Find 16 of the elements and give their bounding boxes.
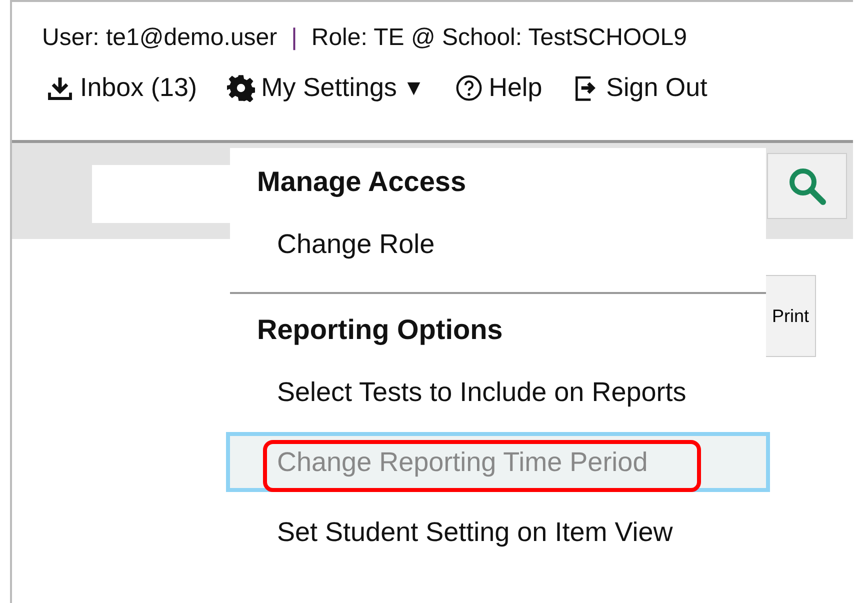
- nav-link[interactable]: Inbox (13): [46, 72, 198, 103]
- nav-link[interactable]: Help: [454, 72, 542, 103]
- search-button[interactable]: [767, 153, 847, 219]
- separator: |: [291, 24, 298, 52]
- user-label: User: te1@demo.user: [42, 24, 278, 52]
- gear-icon: [227, 74, 256, 102]
- menu-section-title: Reporting Options: [257, 314, 503, 347]
- menu-section-title: Manage Access: [257, 166, 466, 199]
- menu-item[interactable]: Select Tests to Include on Reports: [277, 376, 686, 408]
- nav-link[interactable]: Sign Out: [572, 72, 708, 103]
- nav-link[interactable]: My Settings ▼: [227, 72, 425, 103]
- search-icon: [787, 166, 827, 206]
- menu-item[interactable]: Change Role: [277, 228, 435, 260]
- help-icon: [454, 74, 483, 102]
- menu-item[interactable]: Set Student Setting on Item View: [277, 516, 673, 548]
- role-label: Role: TE @ School: TestSCHOOL9: [311, 24, 687, 52]
